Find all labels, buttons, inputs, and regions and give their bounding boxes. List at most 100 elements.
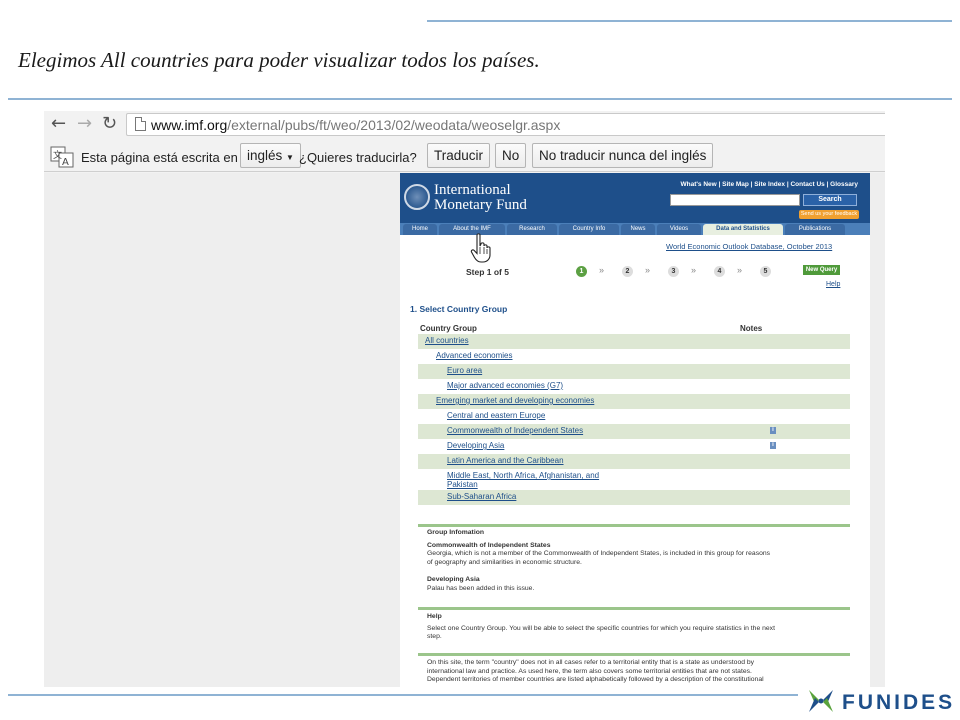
caret-down-icon: ▼ bbox=[286, 153, 294, 162]
tab-videos[interactable]: Videos bbox=[657, 224, 701, 235]
divider bbox=[418, 653, 850, 656]
url-host: www.imf.org bbox=[151, 117, 228, 133]
tab-data-statistics[interactable]: Data and Statistics bbox=[703, 224, 783, 235]
help-text-2: step. bbox=[427, 633, 442, 640]
step-4: 4 bbox=[714, 266, 725, 277]
tab-country-info[interactable]: Country Info bbox=[559, 224, 619, 235]
table-row: Emerging market and developing economies bbox=[418, 394, 850, 409]
funides-mark-icon bbox=[809, 690, 833, 712]
step-indicator: Step 1 of 5 bbox=[466, 267, 509, 277]
language-dropdown[interactable]: inglés ▼ bbox=[240, 143, 301, 168]
imf-logo[interactable]: International Monetary Fund bbox=[434, 183, 527, 213]
imf-top-links[interactable]: What's New | Site Map | Site Index | Con… bbox=[681, 181, 859, 188]
imf-search-input[interactable] bbox=[670, 194, 800, 206]
feedback-button[interactable]: Send us your feedback bbox=[799, 210, 859, 219]
cis-text-1: Georgia, which is not a member of the Co… bbox=[427, 550, 771, 557]
group-advanced-economies[interactable]: Advanced economies bbox=[436, 351, 513, 360]
table-row: Major advanced economies (G7) bbox=[418, 379, 850, 394]
table-row: Central and eastern Europe bbox=[418, 409, 850, 424]
divider bbox=[418, 524, 850, 527]
table-row: Latin America and the Caribbean bbox=[418, 454, 850, 469]
help-heading: Help bbox=[427, 613, 442, 620]
info-icon[interactable]: i bbox=[770, 442, 776, 449]
svg-text:文: 文 bbox=[53, 149, 62, 161]
help-link[interactable]: Help bbox=[826, 281, 840, 288]
note-line-2: international law and practice. As used … bbox=[427, 667, 752, 675]
step-arrow-icon: » bbox=[691, 265, 697, 275]
hand-cursor-icon bbox=[470, 233, 491, 263]
weo-database-link[interactable]: World Economic Outlook Database, October… bbox=[666, 242, 832, 251]
note-line-1: On this site, the term "country" does no… bbox=[427, 659, 755, 666]
no-button[interactable]: No bbox=[495, 143, 527, 168]
group-emerging-developing[interactable]: Emerging market and developing economies bbox=[436, 396, 594, 405]
bottom-rule bbox=[8, 694, 798, 696]
step-2: 2 bbox=[622, 266, 633, 277]
info-icon[interactable]: i bbox=[770, 427, 776, 434]
title-underline bbox=[8, 98, 952, 100]
help-block: Help Select one Country Group. You will … bbox=[427, 613, 847, 642]
group-sub-saharan-africa[interactable]: Sub-Saharan Africa bbox=[447, 492, 516, 501]
translate-icon: 文 A bbox=[50, 146, 74, 168]
asia-text: Palau has been added in this issue. bbox=[427, 584, 535, 592]
divider bbox=[418, 607, 850, 610]
group-all-countries[interactable]: All countries bbox=[425, 336, 469, 345]
section-title: 1. Select Country Group bbox=[410, 304, 508, 314]
step-1: 1 bbox=[576, 266, 587, 277]
col-header-group: Country Group bbox=[420, 324, 477, 333]
tab-publications[interactable]: Publications bbox=[785, 224, 845, 235]
address-bar: ← → ↻ www.imf.org/external/pubs/ft/weo/2… bbox=[44, 111, 885, 138]
group-euro-area[interactable]: Euro area bbox=[447, 366, 482, 375]
funides-wordmark: FUNIDES bbox=[842, 691, 956, 714]
table-row: Developing Asia i bbox=[418, 439, 850, 454]
table-row: Middle East, North Africa, Afghanistan, … bbox=[418, 469, 850, 489]
slide-title: Elegimos All countries para poder visual… bbox=[18, 48, 540, 72]
imf-name-line1: International bbox=[434, 182, 511, 198]
cis-text-2: of geography and similarities in economi… bbox=[427, 558, 582, 566]
table-row: Commonwealth of Independent States i bbox=[418, 424, 850, 439]
url-path: /external/pubs/ft/weo/2013/02/weodata/we… bbox=[227, 117, 561, 133]
group-central-eastern-europe[interactable]: Central and eastern Europe bbox=[447, 411, 545, 420]
group-information: Group Infomation Commonwealth of Indepen… bbox=[427, 529, 847, 593]
url-field[interactable]: www.imf.org/external/pubs/ft/weo/2013/02… bbox=[126, 113, 885, 136]
page-viewport: International Monetary Fund What's New |… bbox=[44, 173, 885, 687]
group-cis[interactable]: Commonwealth of Independent States bbox=[447, 426, 583, 435]
cis-title: Commonwealth of Independent States bbox=[427, 541, 551, 549]
browser-screenshot: ← → ↻ www.imf.org/external/pubs/ft/weo/2… bbox=[44, 111, 885, 687]
translate-question: ¿Quieres traducirla? bbox=[299, 150, 417, 165]
imf-name-line2: Monetary Fund bbox=[434, 197, 527, 213]
arrow-left-icon[interactable]: ← bbox=[51, 114, 66, 134]
step-arrow-icon: » bbox=[737, 265, 743, 275]
note-line-3: Dependent territories of member countrie… bbox=[427, 676, 764, 683]
step-5: 5 bbox=[760, 266, 771, 277]
step-arrow-icon: » bbox=[599, 265, 605, 275]
group-mena-line1[interactable]: Middle East, North Africa, Afghanistan, … bbox=[447, 471, 599, 480]
funides-logo: FUNIDES bbox=[806, 686, 958, 716]
table-row: Euro area bbox=[418, 364, 850, 379]
step-arrow-icon: » bbox=[645, 265, 651, 275]
imf-header: International Monetary Fund What's New |… bbox=[400, 173, 870, 223]
language-value: inglés bbox=[247, 148, 283, 163]
group-g7[interactable]: Major advanced economies (G7) bbox=[447, 381, 563, 390]
group-latin-america[interactable]: Latin America and the Caribbean bbox=[447, 456, 564, 465]
tab-news[interactable]: News bbox=[621, 224, 655, 235]
step-3: 3 bbox=[668, 266, 679, 277]
top-rule bbox=[427, 20, 952, 22]
arrow-right-icon[interactable]: → bbox=[77, 114, 92, 134]
tab-research[interactable]: Research bbox=[507, 224, 557, 235]
never-translate-button[interactable]: No traducir nunca del inglés bbox=[532, 143, 714, 168]
tab-home[interactable]: Home bbox=[403, 224, 437, 235]
help-text-1: Select one Country Group. You will be ab… bbox=[427, 624, 775, 632]
asia-title: Developing Asia bbox=[427, 576, 480, 583]
translate-bar: 文 A Esta página está escrita en inglés ▼… bbox=[44, 140, 885, 172]
translate-button[interactable]: Traducir bbox=[427, 143, 491, 168]
imf-search-button[interactable]: Search bbox=[803, 194, 857, 206]
group-developing-asia[interactable]: Developing Asia bbox=[447, 441, 504, 450]
table-row: Advanced economies bbox=[418, 349, 850, 364]
country-note: On this site, the term "country" does no… bbox=[427, 659, 847, 685]
page-icon bbox=[135, 117, 146, 131]
new-query-button[interactable]: New Query bbox=[803, 265, 840, 275]
group-mena-line2[interactable]: Pakistan bbox=[447, 480, 478, 489]
table-row: Sub-Saharan Africa bbox=[418, 490, 850, 505]
reload-icon[interactable]: ↻ bbox=[102, 114, 117, 134]
svg-text:A: A bbox=[62, 157, 69, 168]
